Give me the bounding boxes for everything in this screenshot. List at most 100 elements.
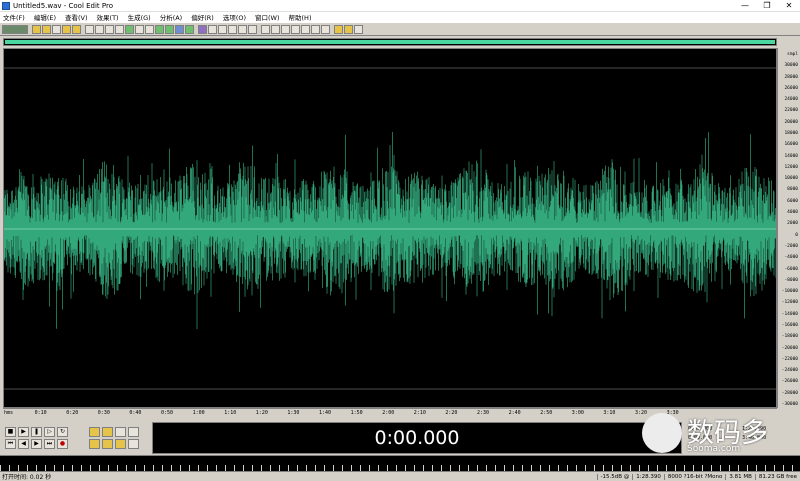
record-button[interactable]: ● xyxy=(57,439,68,449)
overview-range[interactable] xyxy=(5,40,775,44)
time-tick-label: 2:00 xyxy=(382,410,395,416)
rewind-button[interactable]: ◀ xyxy=(18,439,29,449)
amplitude-tick-label: 30000 xyxy=(784,63,798,69)
time-tick-label: 0:30 xyxy=(97,410,110,416)
amplitude-tick-label: 2000 xyxy=(787,221,798,227)
info-icon[interactable] xyxy=(311,24,320,34)
time-tick-label: 1:10 xyxy=(224,410,237,416)
menu-analyze[interactable]: 分析(A) xyxy=(160,12,183,22)
transport-controls: ■ ▶ ❚ ▷ ↻ ⏮ ◀ ▶ ⏭ ● xyxy=(3,422,151,454)
zoom-right-icon[interactable] xyxy=(102,439,113,449)
delay-icon[interactable] xyxy=(218,24,227,34)
time-tick-label: 2:10 xyxy=(413,410,426,416)
zoom-in-horizontal-icon[interactable] xyxy=(89,427,100,437)
amplify-icon[interactable] xyxy=(185,24,194,34)
watermark: 数码多 Sooma.com xyxy=(640,411,800,459)
go-to-end-button[interactable]: ⏭ xyxy=(44,439,55,449)
save-icon[interactable] xyxy=(42,24,51,34)
markers-icon[interactable] xyxy=(271,24,280,34)
loop-button[interactable]: ↻ xyxy=(57,427,68,437)
watermark-url: Sooma.com xyxy=(687,444,741,454)
menu-file[interactable]: 文件(F) xyxy=(3,12,25,22)
noise-reduction-icon[interactable] xyxy=(198,24,207,34)
minimize-button[interactable]: — xyxy=(734,0,756,12)
amplitude-tick-label: 22000 xyxy=(784,108,798,114)
select-all-icon[interactable] xyxy=(145,24,154,34)
amplitude-tick-label: 28000 xyxy=(784,74,798,80)
play-to-end-button[interactable]: ▷ xyxy=(44,427,55,437)
filter-icon[interactable] xyxy=(208,24,217,34)
stop-button[interactable]: ■ xyxy=(5,427,16,437)
window-title: Untitled5.wav - Cool Edit Pro xyxy=(13,1,114,10)
envelope-icon[interactable] xyxy=(238,24,247,34)
go-to-start-button[interactable]: ⏮ xyxy=(5,439,16,449)
spectral-view-icon[interactable] xyxy=(155,24,164,34)
zoom-left-icon[interactable] xyxy=(89,439,100,449)
multitrack-toggle-button[interactable] xyxy=(2,24,28,34)
waveform-view-icon[interactable] xyxy=(165,24,174,34)
frequency-icon[interactable] xyxy=(301,24,310,34)
script-icon[interactable] xyxy=(354,24,363,34)
time-tick-label: 3:00 xyxy=(571,410,584,416)
amplitude-tick-label: -26000 xyxy=(781,379,798,385)
status-size: 3.81 MB xyxy=(725,473,755,480)
amplitude-tick-label: -14000 xyxy=(781,311,798,317)
overview-bar[interactable] xyxy=(3,38,777,46)
zoom-out-horizontal-icon[interactable] xyxy=(102,427,113,437)
play-list-icon[interactable] xyxy=(291,24,300,34)
settings-icon[interactable] xyxy=(321,24,330,34)
zoom-selection-icon[interactable] xyxy=(128,427,139,437)
paste-icon[interactable] xyxy=(72,24,81,34)
zoom-out-vertical-icon[interactable] xyxy=(128,439,139,449)
zoom-in-vertical-icon[interactable] xyxy=(115,439,126,449)
amplitude-tick-label: -4000 xyxy=(784,255,798,261)
grid-icon[interactable] xyxy=(261,24,270,34)
menu-options[interactable]: 选项(O) xyxy=(223,12,246,22)
waveform-display[interactable] xyxy=(3,48,777,408)
amplitude-tick-label: 10000 xyxy=(784,176,798,182)
amplitude-tick-label: -6000 xyxy=(784,266,798,272)
pause-button[interactable]: ❚ xyxy=(31,427,42,437)
status-position: 1:28.390 xyxy=(632,473,664,480)
menu-favorites[interactable]: 偏好(R) xyxy=(191,12,214,22)
play-button[interactable]: ▶ xyxy=(18,427,29,437)
about-icon[interactable] xyxy=(344,24,353,34)
undo-icon[interactable] xyxy=(85,24,94,34)
reverb-icon[interactable] xyxy=(228,24,237,34)
trim-icon[interactable] xyxy=(115,24,124,34)
menu-help[interactable]: 帮助(H) xyxy=(289,12,312,22)
new-file-icon[interactable] xyxy=(52,24,61,34)
amplitude-tick-label: -24000 xyxy=(781,368,798,374)
mix-paste-icon[interactable] xyxy=(125,24,134,34)
current-time: 0:00.000 xyxy=(374,427,460,449)
redo-icon[interactable] xyxy=(95,24,104,34)
help-icon[interactable] xyxy=(334,24,343,34)
open-file-icon[interactable] xyxy=(32,24,41,34)
maximize-button[interactable]: ❐ xyxy=(756,0,778,12)
amplitude-ruler: smpl 30000 28000 26000 24000 22000 20000 18000 1… xyxy=(777,48,800,408)
time-tick-label: hms xyxy=(4,410,14,416)
amplitude-tick-label: 0 xyxy=(795,232,798,238)
menu-edit[interactable]: 编辑(E) xyxy=(34,12,56,22)
waveform-trace xyxy=(4,131,776,330)
menu-bar: 文件(F) 编辑(E) 查看(V) 效果(T) 生成(G) 分析(A) 偏好(R… xyxy=(0,12,800,22)
normalize-icon[interactable] xyxy=(248,24,257,34)
cut-icon[interactable] xyxy=(105,24,114,34)
amplitude-tick-label: 12000 xyxy=(784,164,798,170)
cue-list-icon[interactable] xyxy=(281,24,290,34)
amplitude-tick-label: -28000 xyxy=(781,390,798,396)
menu-effects[interactable]: 效果(T) xyxy=(97,12,119,22)
fast-forward-button[interactable]: ▶ xyxy=(31,439,42,449)
status-message: 打开时间: 0.02 秒 xyxy=(2,474,52,481)
menu-generate[interactable]: 生成(G) xyxy=(128,12,151,22)
time-tick-label: 2:30 xyxy=(477,410,490,416)
menu-view[interactable]: 查看(V) xyxy=(65,12,88,22)
close-button[interactable]: ✕ xyxy=(778,0,800,12)
menu-window[interactable]: 窗口(W) xyxy=(255,12,280,22)
time-tick-label: 0:20 xyxy=(66,410,79,416)
snap-icon[interactable] xyxy=(175,24,184,34)
amplitude-tick-label: 24000 xyxy=(784,97,798,103)
copy-icon[interactable] xyxy=(62,24,71,34)
delete-icon[interactable] xyxy=(135,24,144,34)
zoom-full-icon[interactable] xyxy=(115,427,126,437)
